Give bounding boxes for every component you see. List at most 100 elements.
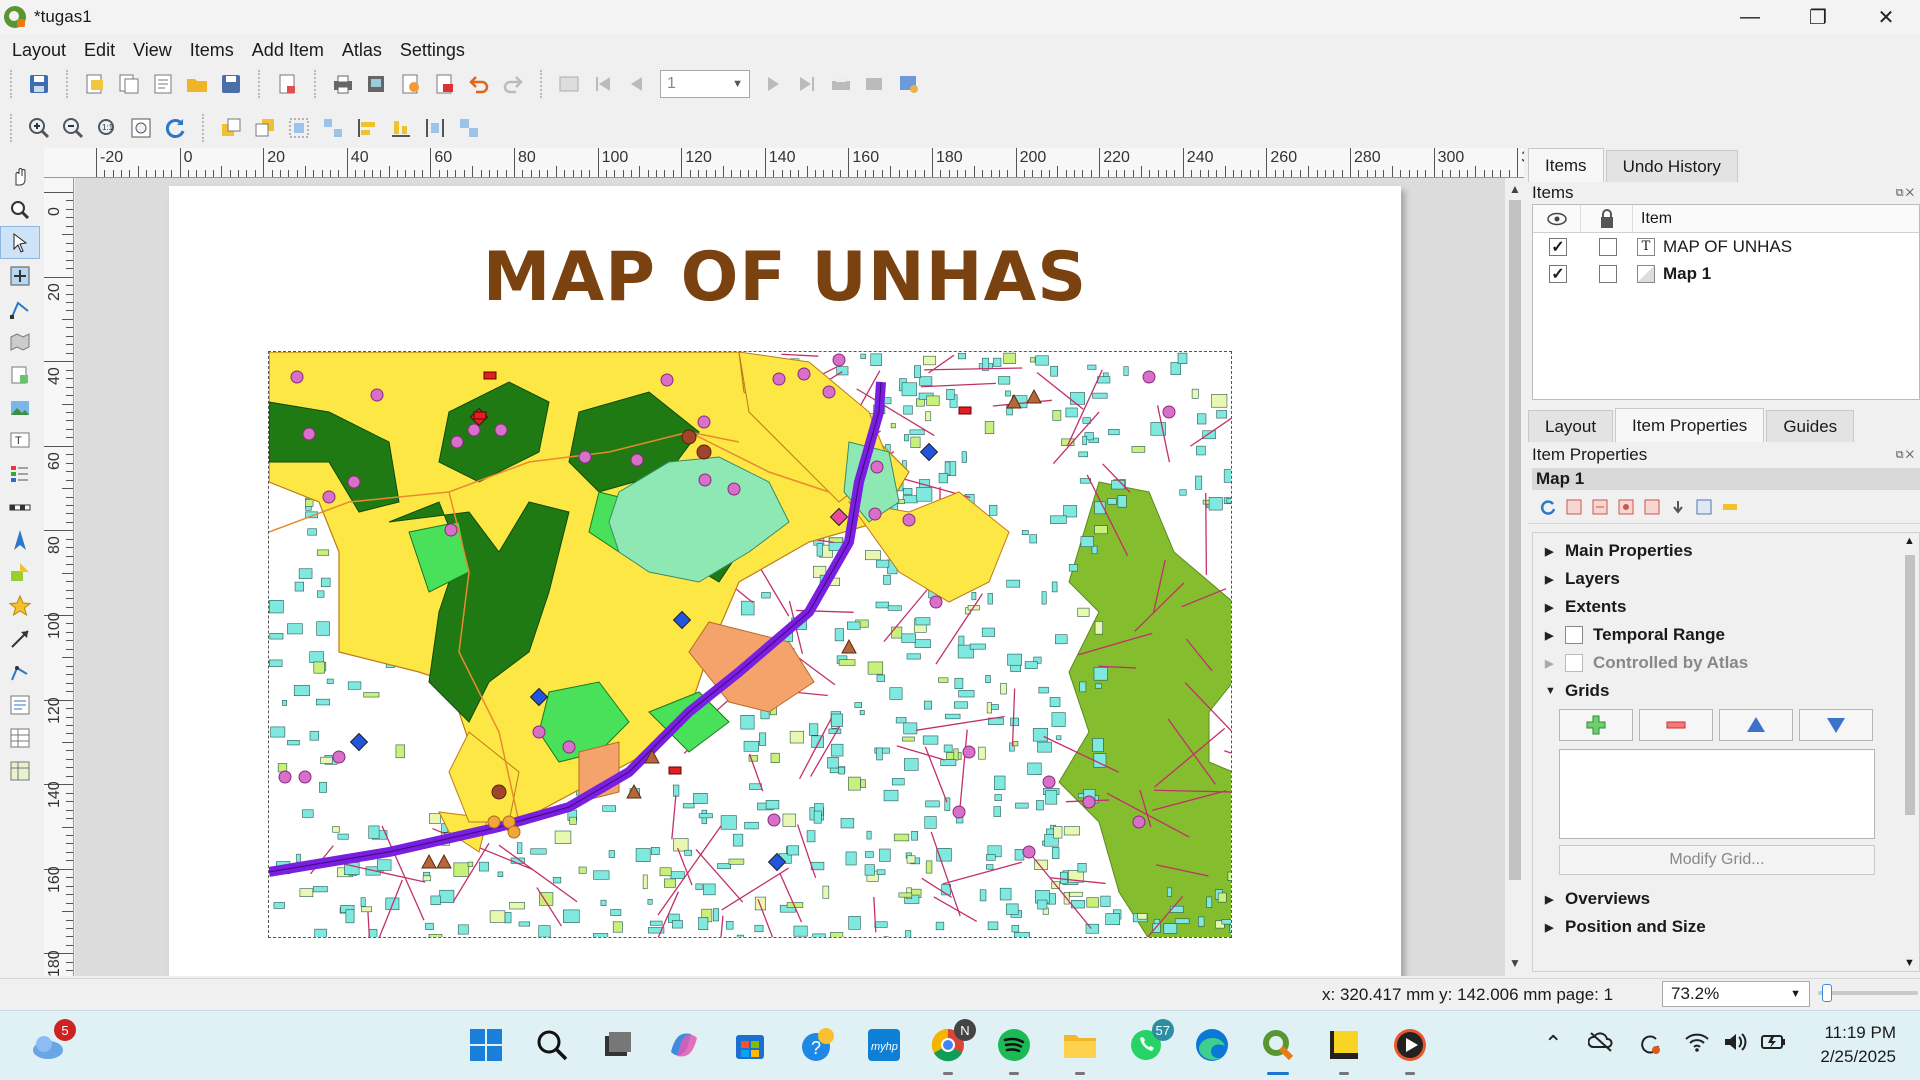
export-pdf-icon[interactable] xyxy=(428,67,462,101)
scroll-thumb[interactable] xyxy=(1905,555,1915,815)
add-marker-icon[interactable] xyxy=(0,589,40,622)
item-column-header[interactable]: Item xyxy=(1633,210,1672,228)
spotify-button[interactable] xyxy=(994,1025,1034,1075)
scroll-up-icon[interactable]: ▲ xyxy=(1904,535,1915,547)
menu-add-item[interactable]: Add Item xyxy=(240,40,330,61)
sticky-notes-button[interactable] xyxy=(1324,1025,1364,1075)
set-scale-icon[interactable] xyxy=(1616,497,1636,517)
lower-items-icon[interactable] xyxy=(248,111,282,145)
file-explorer-button[interactable] xyxy=(1060,1025,1100,1075)
add-picture-icon[interactable] xyxy=(0,391,40,424)
update-preview-icon[interactable] xyxy=(1538,497,1558,517)
section-position-size[interactable]: ▶ Position and Size xyxy=(1533,913,1919,941)
print-icon[interactable] xyxy=(326,67,360,101)
save-layout-icon[interactable] xyxy=(22,67,56,101)
add-3d-map-icon[interactable] xyxy=(0,358,40,391)
vertical-ruler[interactable]: 0 20 40 60 80 100 120 140 160 180 xyxy=(44,178,74,976)
toolbar-grip[interactable] xyxy=(10,70,14,98)
export-svg-icon[interactable] xyxy=(394,67,428,101)
menu-settings[interactable]: Settings xyxy=(388,40,471,61)
section-layers[interactable]: ▶ Layers xyxy=(1533,565,1919,593)
add-map-icon[interactable] xyxy=(0,325,40,358)
tab-guides[interactable]: Guides xyxy=(1766,410,1855,442)
ungroup-items-icon[interactable] xyxy=(316,111,350,145)
remove-grid-button[interactable] xyxy=(1639,709,1713,741)
wifi-icon[interactable] xyxy=(1684,1031,1710,1059)
move-content-icon[interactable] xyxy=(0,259,40,292)
last-feature-icon[interactable] xyxy=(790,67,824,101)
microsoft-store-button[interactable] xyxy=(730,1025,770,1065)
bookmarks-icon[interactable] xyxy=(1720,497,1740,517)
panel-float-close-icon[interactable]: ⧉✕ xyxy=(1896,449,1916,462)
new-layout-icon[interactable] xyxy=(78,67,112,101)
raise-items-icon[interactable] xyxy=(214,111,248,145)
add-attribute-table-icon[interactable] xyxy=(0,721,40,754)
copilot-button[interactable] xyxy=(664,1025,704,1065)
chrome-button[interactable]: N xyxy=(928,1019,976,1075)
temporal-range-checkbox[interactable] xyxy=(1565,626,1583,644)
refresh-icon[interactable] xyxy=(158,111,192,145)
atlas-page-select[interactable]: 1 ▼ xyxy=(660,70,750,98)
layout-manager-icon[interactable] xyxy=(146,67,180,101)
add-shape-icon[interactable] xyxy=(0,556,40,589)
scroll-thumb[interactable] xyxy=(1509,200,1521,880)
atlas-settings-icon[interactable] xyxy=(892,67,926,101)
resize-icon[interactable] xyxy=(452,111,486,145)
section-extents[interactable]: ▶ Extents xyxy=(1533,593,1919,621)
scroll-down-icon[interactable]: ▼ xyxy=(1904,957,1915,969)
grid-list[interactable] xyxy=(1559,749,1875,839)
zoom-select[interactable]: 73.2% ▼ xyxy=(1662,981,1810,1007)
view-scale-icon[interactable] xyxy=(1642,497,1662,517)
layout-canvas[interactable]: MAP OF UNHAS xyxy=(75,178,1505,976)
tree-row-map-title[interactable]: ✓ T MAP OF UNHAS xyxy=(1533,233,1919,260)
scroll-down-icon[interactable]: ▼ xyxy=(1509,956,1521,970)
onedrive-icon[interactable] xyxy=(1587,1031,1614,1059)
first-feature-icon[interactable] xyxy=(586,67,620,101)
previous-feature-icon[interactable] xyxy=(620,67,654,101)
sync-icon[interactable] xyxy=(1636,1031,1662,1063)
add-legend-icon[interactable] xyxy=(0,457,40,490)
menu-edit[interactable]: Edit xyxy=(72,40,121,61)
add-label-icon[interactable]: T xyxy=(0,424,40,457)
close-button[interactable]: ✕ xyxy=(1852,0,1920,34)
next-feature-icon[interactable] xyxy=(756,67,790,101)
volume-icon[interactable] xyxy=(1722,1031,1748,1059)
add-north-arrow-icon[interactable] xyxy=(0,523,40,556)
export-image-icon[interactable] xyxy=(360,67,394,101)
view-extent-icon[interactable] xyxy=(1590,497,1610,517)
tree-row-map-1[interactable]: ✓ Map 1 xyxy=(1533,260,1919,287)
redo-icon[interactable] xyxy=(496,67,530,101)
lock-column-icon[interactable] xyxy=(1581,205,1633,232)
modify-grid-button[interactable]: Modify Grid... xyxy=(1559,845,1875,875)
align-left-icon[interactable] xyxy=(350,111,384,145)
visibility-checkbox[interactable]: ✓ xyxy=(1549,264,1567,283)
edit-nodes-icon[interactable] xyxy=(0,292,40,325)
add-node-item-icon[interactable] xyxy=(0,655,40,688)
map-item[interactable] xyxy=(268,351,1232,938)
task-view-button[interactable] xyxy=(598,1025,638,1065)
pan-icon[interactable] xyxy=(0,160,40,193)
section-grids[interactable]: ▼ Grids xyxy=(1533,677,1919,705)
group-items-icon[interactable] xyxy=(282,111,316,145)
add-html-icon[interactable] xyxy=(0,688,40,721)
move-content-down-icon[interactable] xyxy=(1668,497,1688,517)
print-atlas-icon[interactable] xyxy=(824,67,858,101)
lock-checkbox[interactable] xyxy=(1599,264,1617,283)
show-hidden-icons-chevron-icon[interactable]: ⌃ xyxy=(1544,1031,1562,1057)
zoom-in-icon[interactable] xyxy=(22,111,56,145)
tab-undo-history[interactable]: Undo History xyxy=(1605,150,1738,182)
add-scalebar-icon[interactable] xyxy=(0,490,40,523)
system-clock[interactable]: 11:19 PM 2/25/2025 xyxy=(1820,1021,1896,1069)
move-grid-down-button[interactable] xyxy=(1799,709,1873,741)
toolbar-grip[interactable] xyxy=(10,114,14,142)
undo-icon[interactable] xyxy=(462,67,496,101)
section-overviews[interactable]: ▶ Overviews xyxy=(1533,885,1919,913)
visibility-column-icon[interactable] xyxy=(1533,205,1581,232)
duplicate-layout-icon[interactable] xyxy=(112,67,146,101)
section-temporal-range[interactable]: ▶ Temporal Range xyxy=(1533,621,1919,649)
menu-layout[interactable]: Layout xyxy=(0,40,72,61)
qgis-taskbar-button[interactable] xyxy=(1258,1025,1298,1075)
set-map-extent-icon[interactable] xyxy=(1564,497,1584,517)
tab-item-properties[interactable]: Item Properties xyxy=(1615,408,1765,442)
scroll-up-icon[interactable]: ▲ xyxy=(1509,182,1521,196)
